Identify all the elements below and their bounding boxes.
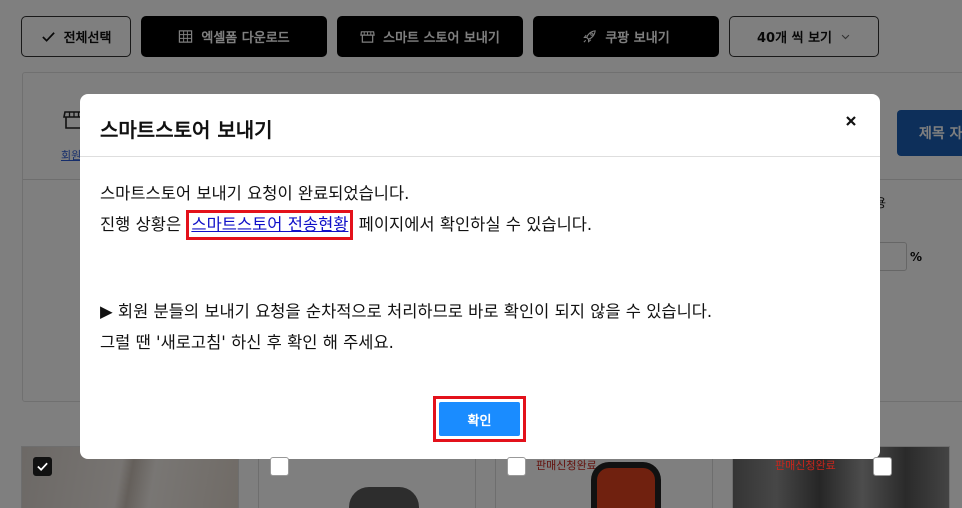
close-icon bbox=[846, 116, 856, 126]
modal-body: 스마트스토어 보내기 요청이 완료되었습니다. 진행 상황은 스마트스토어 전송… bbox=[100, 178, 860, 358]
progress-message-suffix: 페이지에서 확인하실 수 있습니다. bbox=[353, 215, 593, 234]
progress-message-prefix: 진행 상황은 bbox=[100, 215, 187, 234]
modal-title: 스마트스토어 보내기 bbox=[100, 118, 273, 142]
progress-message: 진행 상황은 스마트스토어 전송현황 페이지에서 확인하실 수 있습니다. bbox=[100, 209, 860, 240]
product-checkbox[interactable] bbox=[270, 457, 289, 476]
product-checkbox[interactable] bbox=[507, 457, 526, 476]
check-icon bbox=[37, 462, 48, 471]
sequential-notice: ▶ 회원 분들의 보내기 요청을 순차적으로 처리하므로 바로 확인이 되지 않… bbox=[100, 302, 713, 321]
product-checkbox[interactable] bbox=[33, 457, 52, 476]
highlighted-link-box: 스마트스토어 전송현황 bbox=[186, 210, 354, 240]
confirm-button[interactable]: 확인 bbox=[439, 402, 520, 436]
close-button[interactable] bbox=[842, 112, 860, 130]
status-tag: 판매신청완료 bbox=[775, 459, 836, 472]
modal-header: 스마트스토어 보내기 bbox=[80, 94, 880, 157]
smartstore-send-modal: 스마트스토어 보내기 스마트스토어 보내기 요청이 완료되었습니다. 진행 상황… bbox=[80, 94, 880, 459]
smartstore-status-link[interactable]: 스마트스토어 전송현황 bbox=[191, 215, 348, 234]
completion-message: 스마트스토어 보내기 요청이 완료되었습니다. bbox=[100, 184, 410, 203]
product-checkbox[interactable] bbox=[873, 457, 892, 476]
confirm-highlight-box: 확인 bbox=[433, 396, 526, 442]
refresh-notice: 그럴 땐 '새로고침' 하신 후 확인 해 주세요. bbox=[100, 333, 394, 352]
